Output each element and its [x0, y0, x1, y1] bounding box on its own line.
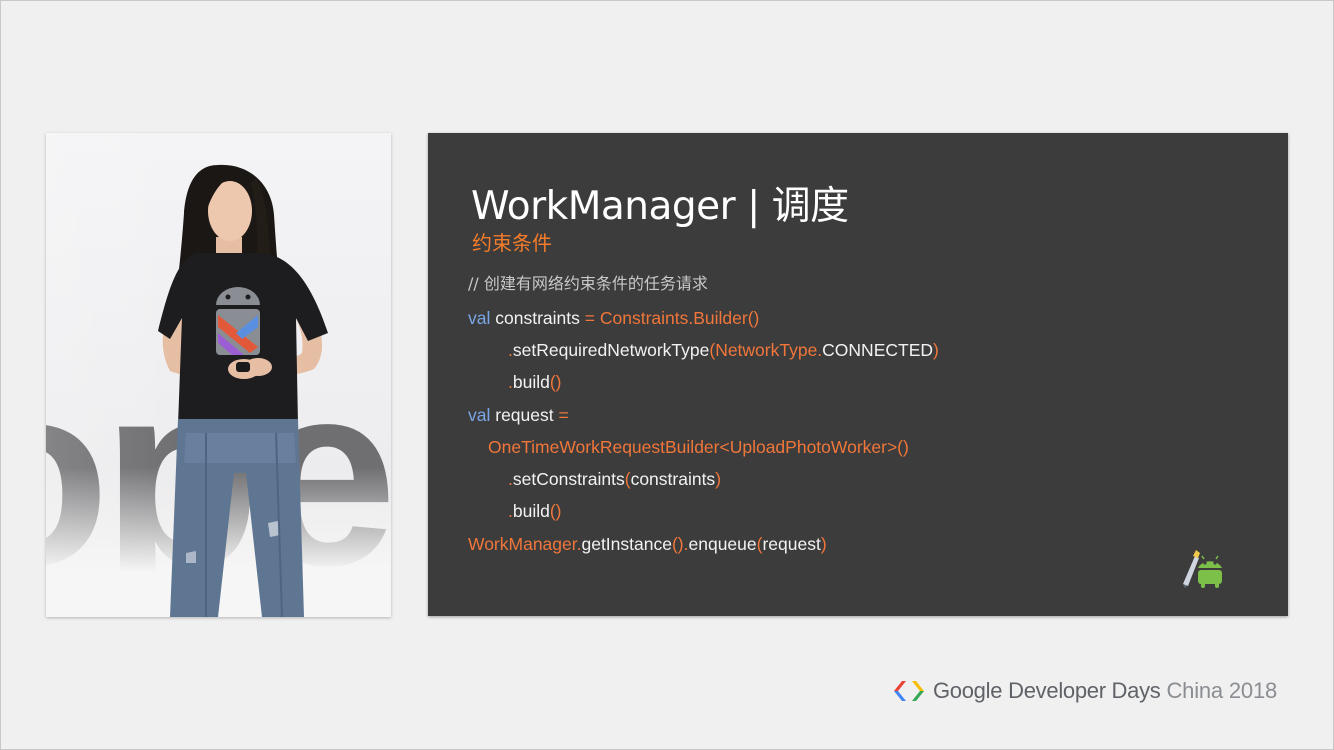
google-developers-chevron-icon — [894, 681, 924, 701]
code-paren: (). — [671, 534, 689, 554]
brand-location-year: China 2018 — [1166, 678, 1278, 703]
code-method: build — [512, 501, 550, 521]
code-argument: request — [762, 534, 821, 554]
android-shirt-graphic — [216, 287, 260, 355]
code-method: enqueue — [688, 534, 757, 554]
code-line-8: WorkManager.getInstance().enqueue(reques… — [468, 532, 827, 556]
code-comment: // 创建有网络约束条件的任务请求 — [468, 274, 708, 293]
code-class-ref: OneTimeWorkRequestBuilder<UploadPhotoWor… — [488, 437, 909, 457]
event-branding: Google Developer Days China 2018 — [893, 677, 1277, 705]
slide-subtitle: 约束条件 — [472, 231, 552, 255]
code-keyword: val — [468, 405, 491, 425]
code-argument: constraints — [630, 469, 716, 489]
code-keyword: val — [468, 308, 491, 328]
code-paren: ) — [820, 534, 827, 554]
code-paren: ) — [933, 340, 939, 360]
code-operator: = — [558, 405, 569, 425]
code-paren: () — [549, 372, 562, 392]
brand-event-text: Developer Days — [1008, 678, 1161, 703]
code-class-ref: WorkManager. — [468, 534, 582, 554]
android-studio-mascot-icon — [1183, 550, 1222, 588]
brand-google-text: Google — [933, 678, 1003, 703]
code-paren: ) — [715, 469, 722, 489]
slide-title: WorkManager | 调度 — [471, 184, 849, 229]
presentation-slide: WorkManager | 调度 约束条件 // 创建有网络约束条件的任务请求 … — [428, 133, 1288, 616]
code-identifier: constraints — [495, 308, 580, 328]
code-method: build — [512, 372, 550, 392]
code-identifier: request — [495, 405, 554, 425]
code-method: setRequiredNetworkType — [512, 340, 710, 360]
code-line-1: val constraints = Constraints.Builder() — [468, 306, 759, 330]
code-line-5: OneTimeWorkRequestBuilder<UploadPhotoWor… — [488, 435, 909, 459]
speaker-figure — [158, 164, 328, 617]
code-class-ref: Constraints.Builder() — [599, 308, 760, 328]
code-line-7: .build() — [508, 499, 562, 523]
code-method: setConstraints — [512, 469, 625, 489]
speaker-video: oper — [46, 133, 391, 617]
presentation-clicker — [236, 362, 250, 372]
code-line-3: .build() — [508, 370, 562, 394]
code-method: getInstance — [581, 534, 672, 554]
code-class-ref: NetworkType. — [715, 340, 823, 360]
code-constant: CONNECTED — [822, 340, 934, 360]
code-line-6: .setConstraints(constraints) — [508, 467, 721, 491]
code-line-4: val request = — [468, 403, 569, 427]
code-operator: = — [584, 308, 595, 328]
code-line-2: .setRequiredNetworkType(NetworkType.CONN… — [508, 338, 939, 362]
code-paren: () — [549, 501, 562, 521]
